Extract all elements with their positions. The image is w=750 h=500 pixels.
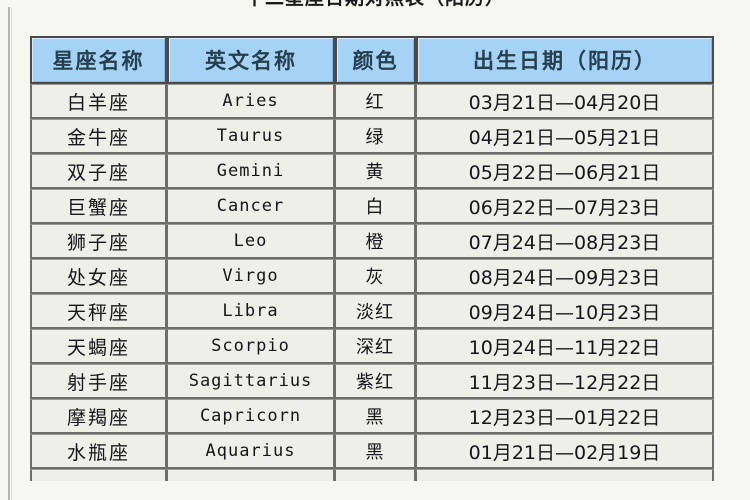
table-row: 狮子座 Leo 橙 07月24日—08月23日	[30, 224, 714, 259]
cell-color: 绿	[334, 119, 415, 154]
table-row	[30, 469, 714, 481]
cell-en-name: Libra	[166, 294, 334, 329]
cell-cn-name: 天秤座	[30, 294, 166, 329]
cell-cn-name: 巨蟹座	[30, 189, 166, 224]
cell-cn-name: 处女座	[30, 259, 166, 294]
cell-cn-name: 白羊座	[30, 84, 166, 119]
cell-en-name: Scorpio	[166, 329, 334, 364]
cell-date-range: 10月24日—11月22日	[415, 329, 714, 364]
page-title-text: 十二星座日期对照表（阳历）	[0, 0, 750, 7]
table-row: 水瓶座 Aquarius 黑 01月21日—02月19日	[30, 434, 714, 469]
table-body: 白羊座 Aries 红 03月21日—04月20日 金牛座 Taurus 绿 04月21日—0…	[30, 84, 714, 481]
column-header-cn-name: 星座名称	[30, 36, 166, 84]
table-header-row: 星座名称 英文名称 颜色 出生日期（阳历）	[30, 36, 714, 84]
cell-en-name: Leo	[166, 224, 334, 259]
table-row: 摩羯座 Capricorn 黑 12月23日—01月22日	[30, 399, 714, 434]
cell-cn-name: 水瓶座	[30, 434, 166, 469]
table-row: 白羊座 Aries 红 03月21日—04月20日	[30, 84, 714, 119]
zodiac-date-table: 星座名称 英文名称 颜色 出生日期（阳历） 白羊座 Aries 红 03月21日—04…	[30, 36, 714, 481]
cell-date-range: 12月23日—01月22日	[415, 399, 714, 434]
cell-en-name: Virgo	[166, 259, 334, 294]
cell-cn-name: 狮子座	[30, 224, 166, 259]
cell-en-name: Aquarius	[166, 434, 334, 469]
cell-cn-name: 天蝎座	[30, 329, 166, 364]
table-row: 天秤座 Libra 淡红 09月24日—10月23日	[30, 294, 714, 329]
cell-date-range: 08月24日—09月23日	[415, 259, 714, 294]
cell-date-range: 01月21日—02月19日	[415, 434, 714, 469]
cell-color: 黑	[334, 434, 415, 469]
table-row: 射手座 Sagittarius 紫红 11月23日—12月22日	[30, 364, 714, 399]
cell-date-range: 11月23日—12月22日	[415, 364, 714, 399]
page-left-margin-rule-soft	[11, 0, 12, 500]
cell-color: 黑	[334, 399, 415, 434]
cell-cn-name: 射手座	[30, 364, 166, 399]
cell-color: 黄	[334, 154, 415, 189]
cell-cn-name: 金牛座	[30, 119, 166, 154]
cell-date-range: 07月24日—08月23日	[415, 224, 714, 259]
table-row: 处女座 Virgo 灰 08月24日—09月23日	[30, 259, 714, 294]
cell-date-range: 09月24日—10月23日	[415, 294, 714, 329]
cell-cn-name	[30, 469, 166, 481]
cell-color: 红	[334, 84, 415, 119]
cell-en-name	[166, 469, 334, 481]
table-row: 巨蟹座 Cancer 白 06月22日—07月23日	[30, 189, 714, 224]
cell-color: 淡红	[334, 294, 415, 329]
cell-color: 白	[334, 189, 415, 224]
cell-color: 灰	[334, 259, 415, 294]
cell-en-name: Aries	[166, 84, 334, 119]
cell-en-name: Gemini	[166, 154, 334, 189]
cell-date-range: 03月21日—04月20日	[415, 84, 714, 119]
cell-color: 橙	[334, 224, 415, 259]
cell-date-range: 06月22日—07月23日	[415, 189, 714, 224]
column-header-color: 颜色	[334, 36, 415, 84]
table-row: 金牛座 Taurus 绿 04月21日—05月21日	[30, 119, 714, 154]
cell-color	[334, 469, 415, 481]
cell-date-range: 04月21日—05月21日	[415, 119, 714, 154]
page-left-margin-rule	[8, 0, 10, 500]
cell-color: 紫红	[334, 364, 415, 399]
clipped-page-title: 十二星座日期对照表（阳历）	[0, 0, 750, 7]
table-row: 双子座 Gemini 黄 05月22日—06月21日	[30, 154, 714, 189]
cell-cn-name: 摩羯座	[30, 399, 166, 434]
cell-en-name: Taurus	[166, 119, 334, 154]
column-header-date: 出生日期（阳历）	[415, 36, 714, 84]
zodiac-table-container: 星座名称 英文名称 颜色 出生日期（阳历） 白羊座 Aries 红 03月21日—04…	[30, 36, 714, 481]
table-header: 星座名称 英文名称 颜色 出生日期（阳历）	[30, 36, 714, 84]
cell-color: 深红	[334, 329, 415, 364]
cell-en-name: Cancer	[166, 189, 334, 224]
table-row: 天蝎座 Scorpio 深红 10月24日—11月22日	[30, 329, 714, 364]
cell-date-range	[415, 469, 714, 481]
cell-en-name: Capricorn	[166, 399, 334, 434]
cell-cn-name: 双子座	[30, 154, 166, 189]
cell-date-range: 05月22日—06月21日	[415, 154, 714, 189]
cell-en-name: Sagittarius	[166, 364, 334, 399]
column-header-en-name: 英文名称	[166, 36, 334, 84]
